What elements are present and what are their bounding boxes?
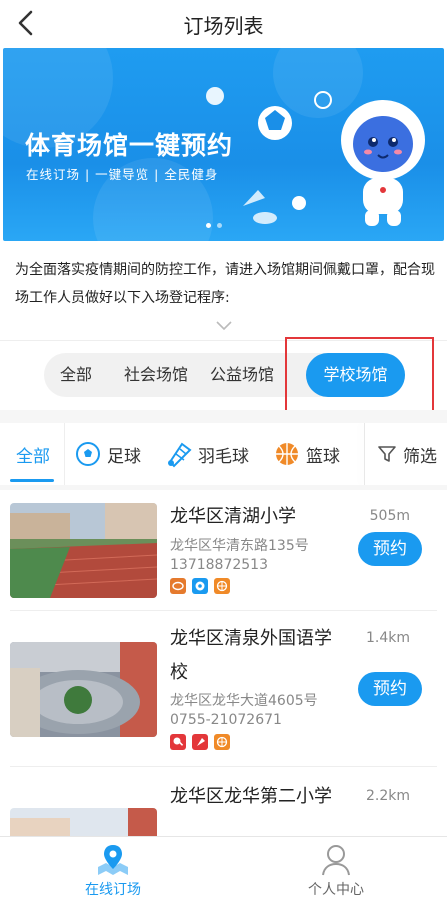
nav-personal-center-label: 个人中心 <box>308 882 364 898</box>
chevron-down-icon[interactable] <box>215 320 233 332</box>
basketball-icon <box>276 443 298 465</box>
venue-distance: 505m <box>369 508 410 524</box>
venue-photo <box>10 503 157 598</box>
filter-button[interactable]: 筛选 <box>377 423 437 485</box>
bottom-navigation: 在线订场 个人中心 <box>0 836 447 908</box>
sport-badges <box>170 578 230 594</box>
book-button[interactable]: 预约 <box>358 672 422 706</box>
tab-basketball[interactable]: 篮球 <box>274 423 340 485</box>
basketball-icon <box>214 578 230 594</box>
top-bar: 订场列表 <box>0 0 447 46</box>
segment-public-venues[interactable]: 公益场馆 <box>210 353 274 397</box>
venue-photo <box>10 642 157 737</box>
venue-name: 龙华区龙华第二小学 <box>170 786 332 807</box>
tab-football[interactable]: 足球 <box>75 423 141 485</box>
tab-badminton[interactable]: 羽毛球 <box>164 423 249 485</box>
venue-card[interactable]: 龙华区龙华第二小学 2.2km <box>0 776 447 836</box>
filter-icon <box>378 446 396 462</box>
venue-address: 龙华区华清东路135号 <box>170 538 309 554</box>
venue-name: 龙华区清泉外国语学校 <box>170 628 332 683</box>
venue-distance: 2.2km <box>365 788 410 804</box>
page-title: 订场列表 <box>183 14 264 38</box>
venue-phone: 13718872513 <box>170 557 268 573</box>
filter-label: 筛选 <box>403 446 437 467</box>
book-button[interactable]: 预约 <box>358 532 422 566</box>
banner-pagination <box>206 223 222 228</box>
promo-banner[interactable]: 体育场馆一键预约 在线订场 | 一键导览 | 全民健身 <box>3 48 444 241</box>
segment-social-venues[interactable]: 社会场馆 <box>124 353 188 397</box>
highlight-box <box>285 337 434 419</box>
astronaut-mascot-icon <box>341 100 425 226</box>
venue-card[interactable]: 龙华区清泉外国语学校 龙华区龙华大道4605号 0755-21072671 1.… <box>0 622 447 762</box>
venue-distance: 1.4km <box>365 630 410 646</box>
venue-address: 龙华区龙华大道4605号 <box>170 693 318 709</box>
segment-all[interactable]: 全部 <box>60 353 92 397</box>
tab-all-label: 全部 <box>16 446 50 467</box>
tab-football-label: 足球 <box>107 446 141 467</box>
tab-basketball-label: 篮球 <box>306 446 340 467</box>
epidemic-notice: 为全面落实疫情期间的防控工作，请进入场馆期间佩戴口罩，配合现场工作人员做好以下入… <box>15 262 435 306</box>
basketball-icon <box>214 734 230 750</box>
running-icon <box>170 578 186 594</box>
table-tennis-icon <box>170 734 186 750</box>
sport-badges <box>170 734 230 750</box>
map-pin-icon <box>98 845 128 875</box>
venue-name: 龙华区清湖小学 <box>170 506 296 527</box>
football-icon <box>76 442 100 466</box>
venue-photo <box>10 808 157 836</box>
user-icon <box>322 845 350 876</box>
banner-title: 体育场馆一键预约 <box>25 131 234 160</box>
venue-card[interactable]: 龙华区清湖小学 龙华区华清东路135号 13718872513 505m 预约 <box>0 498 447 610</box>
tab-badminton-label: 羽毛球 <box>198 446 249 467</box>
nav-online-booking-label: 在线订场 <box>85 882 141 898</box>
sport-tabbar: 全部 足球 羽毛球 篮球 筛选 <box>0 423 447 485</box>
badminton-icon <box>192 734 208 750</box>
nav-online-booking[interactable]: 在线订场 <box>38 837 188 908</box>
nav-personal-center[interactable]: 个人中心 <box>261 837 411 908</box>
banner-subtitle: 在线订场 | 一键导览 | 全民健身 <box>26 167 219 182</box>
venue-phone: 0755-21072671 <box>170 712 282 728</box>
tab-all[interactable]: 全部 <box>16 423 50 485</box>
football-icon <box>192 578 208 594</box>
badminton-icon <box>168 442 192 468</box>
active-tab-indicator <box>10 479 54 482</box>
